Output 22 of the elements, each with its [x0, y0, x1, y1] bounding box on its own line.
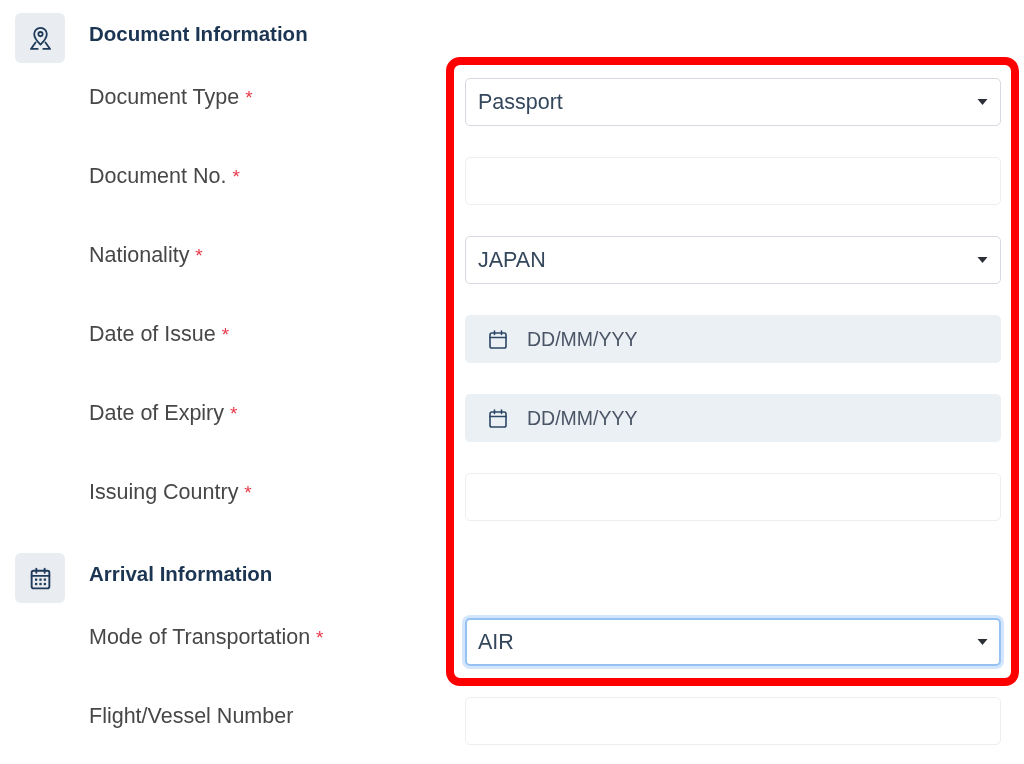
select-field[interactable]: Passport [465, 78, 1001, 126]
field-label: Document Type * [89, 84, 254, 111]
select-field[interactable]: AIR [465, 618, 1001, 666]
field-label: Document No. * [89, 163, 241, 190]
field-label: Date of Issue * [89, 321, 231, 348]
field-label: Nationality * [89, 242, 204, 269]
caret-icon [977, 639, 988, 645]
section-title: Arrival Information [89, 561, 273, 587]
field-label: Mode of Transportation * [89, 624, 325, 651]
field-label: Date of Expiry * [89, 400, 239, 427]
section-title: Document Information [89, 21, 308, 47]
calendar-icon [489, 409, 507, 428]
select-field[interactable]: JAPAN [465, 236, 1001, 284]
date-field[interactable]: DD/MM/YYY [465, 394, 1001, 442]
calendar-icon [489, 330, 507, 349]
date-field[interactable]: DD/MM/YYY [465, 315, 1001, 363]
location-pin-icon [15, 13, 65, 63]
caret-icon [977, 257, 988, 263]
field-label: Flight/Vessel Number [89, 703, 295, 729]
field-label: Issuing Country * [89, 479, 253, 506]
calendar-icon [15, 553, 65, 603]
caret-icon [977, 99, 988, 105]
